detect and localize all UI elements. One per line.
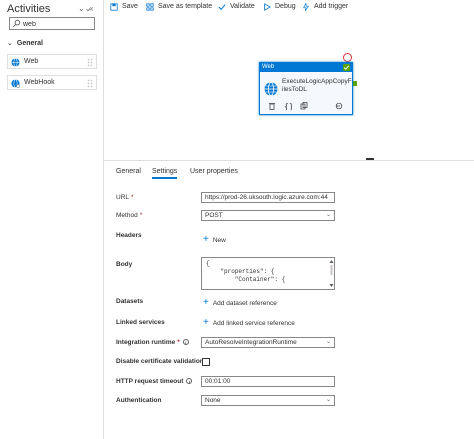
scrollbar[interactable] bbox=[329, 259, 334, 288]
http-timeout-label: HTTP request timeout i bbox=[116, 378, 193, 385]
plus-icon: + bbox=[203, 234, 209, 245]
properties-panel: General Settings User properties URL * ht… bbox=[104, 160, 474, 439]
code-icon[interactable]: {} bbox=[284, 102, 292, 110]
pipeline-canvas[interactable]: Web ExecuteLogicAppCopyFilesToDL {} bbox=[104, 13, 474, 155]
validate-button[interactable]: Validate bbox=[218, 1, 255, 12]
method-dropdown[interactable]: POST ⌄ bbox=[201, 210, 335, 221]
save-label: Save bbox=[122, 3, 138, 10]
info-icon[interactable]: i bbox=[186, 378, 193, 385]
group-label: General bbox=[16, 40, 43, 47]
connect-output-icon[interactable] bbox=[335, 102, 343, 110]
http-timeout-input[interactable]: 00:01:00 bbox=[201, 376, 335, 387]
plus-icon: + bbox=[203, 297, 209, 308]
delete-activity-icon[interactable] bbox=[343, 53, 352, 62]
validate-label: Validate bbox=[230, 3, 255, 10]
add-linked-service-button[interactable]: + Add linked service reference bbox=[203, 317, 295, 328]
activity-item-web[interactable]: Web bbox=[7, 54, 97, 69]
node-type-label: Web bbox=[260, 63, 352, 72]
save-icon bbox=[110, 2, 118, 11]
integration-runtime-dropdown[interactable]: AutoResolveIntegrationRuntime ⌄ bbox=[201, 337, 335, 348]
activity-label: WebHook bbox=[24, 79, 55, 86]
globe-icon bbox=[11, 58, 20, 67]
activities-title: Activities bbox=[7, 3, 51, 15]
authentication-label: Authentication bbox=[116, 397, 162, 404]
chevron-down-icon: ⌄ bbox=[325, 339, 331, 345]
activities-search[interactable] bbox=[9, 17, 95, 30]
template-icon bbox=[146, 2, 154, 11]
success-output-port[interactable] bbox=[353, 81, 357, 86]
save-button[interactable]: Save bbox=[110, 1, 138, 12]
add-trigger-button[interactable]: Add trigger bbox=[302, 1, 348, 12]
runtime-value: AutoResolveIntegrationRuntime bbox=[205, 339, 297, 346]
headers-label: Headers bbox=[116, 232, 142, 239]
svg-text:{}: {} bbox=[284, 102, 292, 110]
search-input[interactable] bbox=[23, 19, 93, 29]
play-icon bbox=[264, 2, 271, 11]
activity-name: ExecuteLogicAppCopyFilesToDL bbox=[282, 78, 352, 93]
auth-value: None bbox=[205, 397, 221, 404]
webhook-icon bbox=[11, 79, 20, 88]
activity-node-web[interactable]: Web ExecuteLogicAppCopyFilesToDL {} bbox=[259, 62, 353, 115]
save-as-template-label: Save as template bbox=[158, 3, 213, 10]
hide-panel-icon[interactable]: « bbox=[89, 4, 93, 13]
group-general[interactable]: ⌄ General bbox=[7, 39, 43, 47]
datasets-label: Datasets bbox=[116, 298, 144, 305]
authentication-dropdown[interactable]: None ⌄ bbox=[201, 395, 335, 406]
activity-label: Web bbox=[24, 58, 39, 65]
save-as-template-button[interactable]: Save as template bbox=[146, 1, 212, 12]
debug-label: Debug bbox=[275, 3, 296, 10]
info-icon[interactable]: i bbox=[182, 339, 189, 346]
trigger-icon bbox=[303, 2, 309, 11]
disable-cert-validation-label: Disable certificate validation bbox=[116, 358, 204, 365]
method-label: Method * bbox=[116, 212, 143, 219]
linked-services-label: Linked services bbox=[116, 319, 165, 326]
method-value: POST bbox=[205, 212, 223, 219]
disable-cert-validation-checkbox[interactable] bbox=[202, 358, 210, 366]
drag-handle[interactable] bbox=[87, 79, 93, 88]
add-trigger-label: Add trigger bbox=[314, 3, 349, 10]
chevron-down-icon: ⌄ bbox=[7, 40, 13, 47]
trash-icon[interactable] bbox=[268, 102, 276, 110]
url-input[interactable]: https://prod-26.uksouth.logic.azure.com:… bbox=[201, 192, 335, 203]
tab-general[interactable]: General bbox=[116, 168, 141, 175]
plus-icon: + bbox=[203, 317, 209, 328]
body-label: Body bbox=[116, 261, 133, 268]
body-textarea[interactable]: { "properties": { "Container": { bbox=[201, 257, 335, 290]
pipeline-toolbar: Save Save as template Validate Debug Add… bbox=[104, 0, 474, 13]
chevron-down-icon: ⌄ bbox=[325, 212, 331, 218]
checkmark-icon bbox=[218, 3, 226, 10]
copy-icon[interactable] bbox=[300, 102, 308, 110]
activities-panel: Activities ⌄⌄ « ⌄General Web WebHook bbox=[0, 0, 104, 439]
activity-item-webhook[interactable]: WebHook bbox=[7, 75, 97, 90]
search-icon bbox=[13, 19, 21, 27]
add-header-button[interactable]: + New bbox=[203, 234, 226, 245]
add-dataset-reference-button[interactable]: + Add dataset reference bbox=[203, 297, 277, 308]
globe-icon bbox=[264, 82, 278, 96]
url-label: URL * bbox=[116, 194, 134, 201]
integration-runtime-label: Integration runtime * i bbox=[116, 339, 189, 346]
tab-user-properties[interactable]: User properties bbox=[190, 168, 238, 175]
tab-settings[interactable]: Settings bbox=[152, 168, 178, 179]
debug-button[interactable]: Debug bbox=[263, 1, 296, 12]
drag-handle[interactable] bbox=[87, 58, 93, 67]
success-check-icon bbox=[343, 64, 350, 71]
chevron-down-icon: ⌄ bbox=[325, 397, 331, 403]
